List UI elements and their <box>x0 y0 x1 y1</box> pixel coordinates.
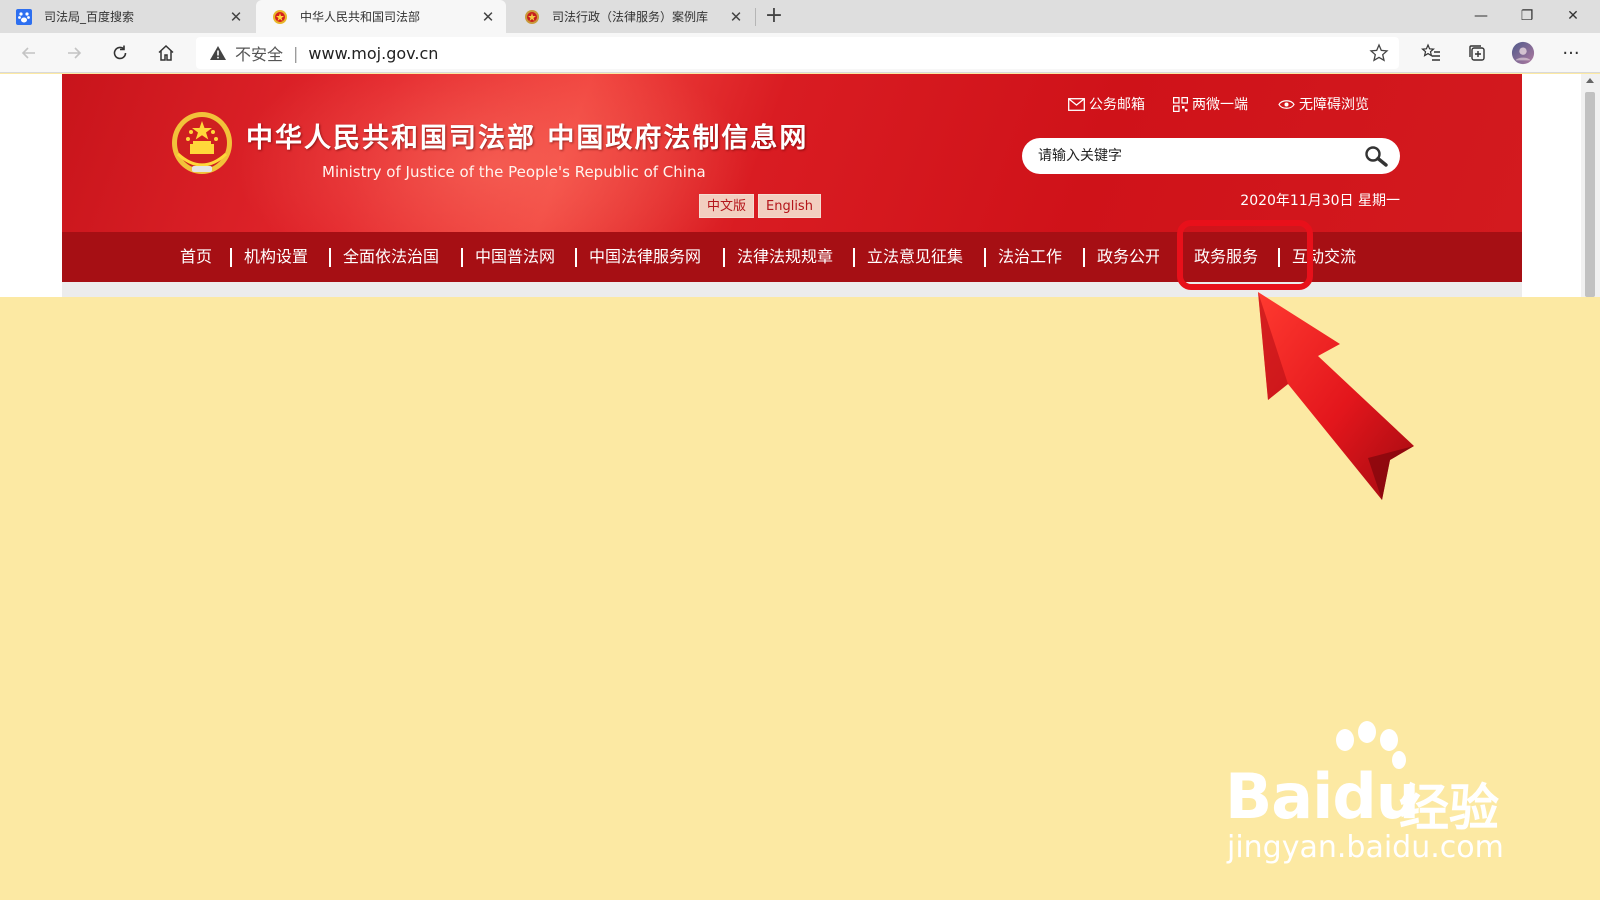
back-button[interactable] <box>13 37 45 69</box>
search-input[interactable] <box>1038 146 1348 166</box>
scroll-up-icon[interactable] <box>1586 78 1594 83</box>
forward-button[interactable] <box>58 37 90 69</box>
close-tab-icon[interactable]: ✕ <box>726 7 746 27</box>
nav-law-popularization[interactable]: 中国普法网 <box>475 232 555 282</box>
site-search <box>1022 138 1400 174</box>
wechat-weibo-link[interactable]: 两微一端 <box>1173 94 1248 114</box>
minimize-button[interactable]: — <box>1458 0 1504 32</box>
url-divider: | <box>293 43 299 63</box>
site-title[interactable]: 中华人民共和国司法部 中国政府法制信息网 <box>246 116 808 155</box>
home-icon <box>158 44 174 61</box>
nav-organization[interactable]: 机构设置 <box>244 232 308 282</box>
search-icon[interactable] <box>1364 145 1388 171</box>
accessible-browsing-label: 无障碍浏览 <box>1299 97 1369 113</box>
tab-title: 司法局_百度搜索 <box>44 10 135 24</box>
eye-icon <box>1278 99 1295 110</box>
baidu-paw-icon <box>16 8 32 25</box>
nav-rule-of-law-work[interactable]: 法治工作 <box>998 232 1062 282</box>
favorites-icon[interactable] <box>1419 41 1443 65</box>
tab-title: 司法行政（法律服务）案例库 <box>552 10 709 24</box>
current-date: 2020年11月30日 星期一 <box>1240 193 1400 209</box>
baidu-jingyan-watermark: Baidu 经验 jingyan.baidu.com <box>1225 720 1525 870</box>
national-emblem-icon <box>524 9 540 25</box>
tab-moj[interactable]: 中华人民共和国司法部 ✕ <box>256 0 506 33</box>
url-text[interactable]: www.moj.gov.cn <box>308 44 438 63</box>
refresh-button[interactable] <box>104 37 136 69</box>
nav-separator <box>984 248 986 267</box>
nav-rule-of-law[interactable]: 全面依法治国 <box>343 232 439 282</box>
tab-case-library[interactable]: 司法行政（法律服务）案例库 ✕ <box>508 0 754 33</box>
profile-avatar[interactable] <box>1511 41 1535 65</box>
mail-icon <box>1068 97 1085 111</box>
address-bar[interactable]: 不安全 | www.moj.gov.cn <box>196 37 1399 69</box>
accessible-browsing-link[interactable]: 无障碍浏览 <box>1278 94 1369 114</box>
official-mail-label: 公务邮箱 <box>1089 97 1145 113</box>
english-version-button[interactable]: English <box>758 194 821 218</box>
site-subtitle: Ministry of Justice of the People's Repu… <box>322 163 706 181</box>
new-tab-button[interactable]: + <box>761 4 787 30</box>
tab-title: 中华人民共和国司法部 <box>300 10 421 24</box>
wechat-weibo-label: 两微一端 <box>1192 97 1248 113</box>
maximize-button[interactable]: ❐ <box>1504 0 1550 32</box>
star-icon[interactable] <box>1369 43 1389 67</box>
close-tab-icon[interactable]: ✕ <box>226 7 246 27</box>
security-label[interactable]: 不安全 <box>235 41 283 65</box>
nav-separator <box>230 248 232 267</box>
nav-legislation-opinions[interactable]: 立法意见征集 <box>867 232 963 282</box>
vertical-scrollbar[interactable] <box>1581 74 1600 297</box>
home-button[interactable] <box>150 37 182 69</box>
nav-separator <box>461 248 463 267</box>
close-tab-icon[interactable]: ✕ <box>478 7 498 27</box>
collections-icon[interactable] <box>1465 41 1489 65</box>
refresh-icon <box>113 45 127 60</box>
nav-separator <box>575 248 577 267</box>
qr-code-icon <box>1173 96 1188 112</box>
nav-laws-regulations[interactable]: 法律法规规章 <box>737 232 833 282</box>
pointer-arrow-icon <box>1258 292 1414 500</box>
more-menu-icon[interactable]: ··· <box>1559 41 1583 65</box>
national-emblem-icon <box>272 9 288 25</box>
top-links: 公务邮箱 两微一端 无障碍浏览 <box>62 94 1522 116</box>
highlight-box <box>1177 220 1313 290</box>
nav-legal-services[interactable]: 中国法律服务网 <box>589 232 701 282</box>
official-mail-link[interactable]: 公务邮箱 <box>1068 94 1145 114</box>
browser-toolbar: 不安全 | www.moj.gov.cn ··· <box>0 33 1600 73</box>
watermark-url: jingyan.baidu.com <box>1227 830 1504 865</box>
tab-baidu-search[interactable]: 司法局_百度搜索 ✕ <box>0 0 254 33</box>
nav-separator <box>329 248 331 267</box>
tab-separator <box>755 8 756 26</box>
warning-icon[interactable] <box>209 44 227 62</box>
tab-strip: 司法局_百度搜索 ✕ 中华人民共和国司法部 ✕ 司法行政（法律服务）案例库 ✕ … <box>0 0 1600 33</box>
nav-separator <box>853 248 855 267</box>
header-banner: 中华人民共和国司法部 中国政府法制信息网 Ministry of Justice… <box>62 74 1522 232</box>
watermark-brand: Baidu <box>1225 760 1420 833</box>
nav-home[interactable]: 首页 <box>180 232 212 282</box>
arrow-left-icon <box>21 47 35 59</box>
nav-government-affairs-public[interactable]: 政务公开 <box>1097 232 1159 282</box>
nav-separator <box>1083 248 1085 267</box>
nav-separator <box>723 248 725 267</box>
scrollbar-thumb[interactable] <box>1585 92 1595 297</box>
national-emblem-icon <box>172 112 232 174</box>
close-window-button[interactable]: ✕ <box>1550 0 1596 32</box>
arrow-right-icon <box>68 47 82 59</box>
chinese-version-button[interactable]: 中文版 <box>699 194 755 218</box>
